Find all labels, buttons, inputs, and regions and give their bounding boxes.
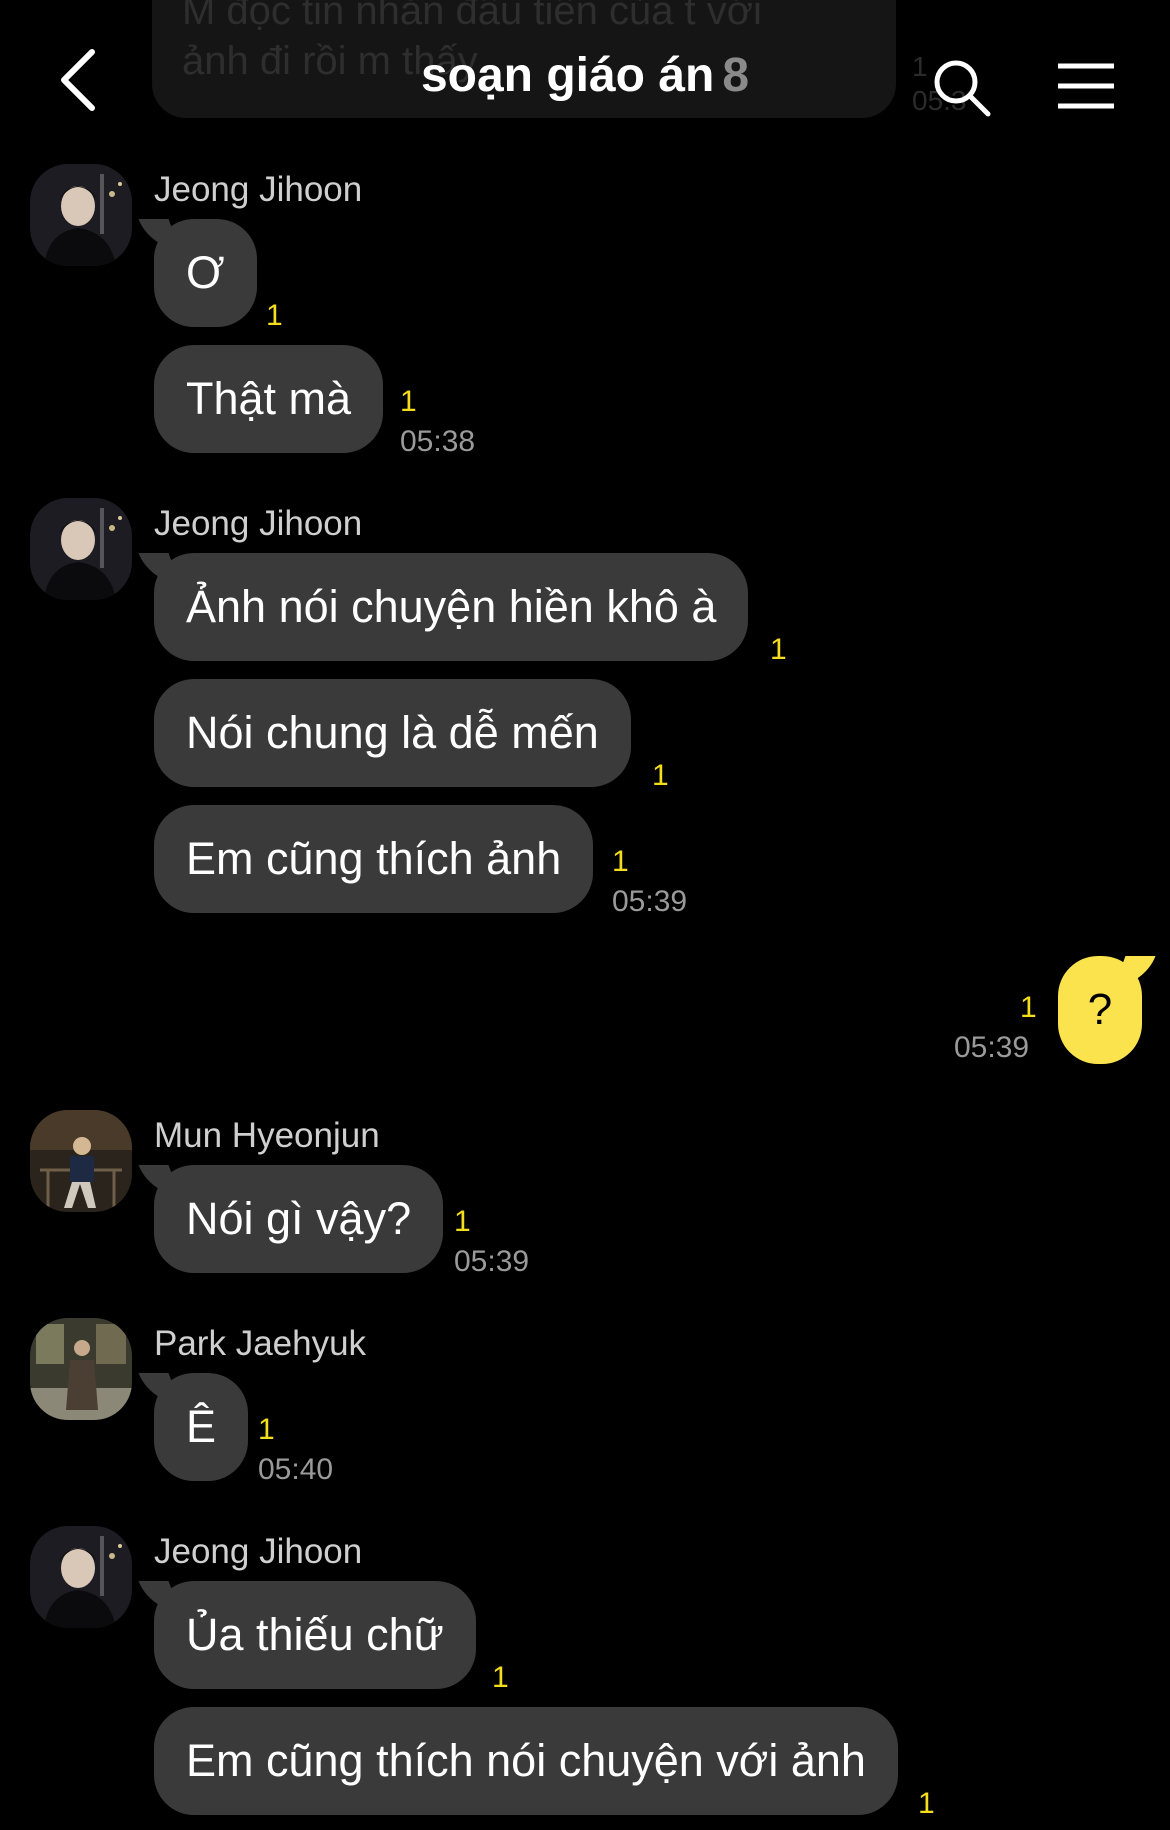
message-bubble[interactable]: Ủa thiếu chữ — [154, 1581, 476, 1689]
sender-name: Jeong Jihoon — [154, 1532, 363, 1571]
chat-room-name: soạn giáo án — [420, 49, 715, 102]
message-bubble[interactable]: Nói gì vậy? — [154, 1165, 444, 1273]
message-bubble[interactable]: Ê — [154, 1373, 249, 1481]
unread-count: 1 — [258, 1413, 275, 1446]
message-time: 05:38 — [400, 425, 476, 458]
message-time: 05:39 — [612, 885, 688, 918]
sender-name: Park Jaehyuk — [154, 1324, 367, 1363]
my-message-bubble[interactable]: ? — [1058, 956, 1142, 1064]
unread-count: 1 — [652, 759, 669, 792]
avatar[interactable] — [30, 1526, 132, 1628]
chat-title: soạn giáo án 8 — [0, 44, 1170, 108]
search-icon[interactable] — [932, 58, 992, 118]
message-text: Ủa thiếu chữ — [186, 1609, 444, 1660]
message-text: Nói gì vậy? — [186, 1193, 412, 1244]
unread-count: 1 — [918, 1787, 935, 1820]
message-text: Ơ — [186, 247, 225, 298]
message-bubble[interactable]: Nói chung là dễ mến — [154, 679, 631, 787]
message-time: 05:39 — [454, 1245, 530, 1278]
message-bubble[interactable]: Ơ — [154, 219, 257, 327]
unread-count: 1 — [492, 1661, 509, 1694]
unread-count: 1 — [770, 633, 787, 666]
message-time: 05:39 — [954, 1031, 1030, 1064]
message-bubble[interactable]: Em cũng thích ảnh — [154, 805, 594, 913]
message-bubble[interactable]: Em cũng thích nói chuyện với ảnh — [154, 1707, 898, 1815]
message-text: Ê — [186, 1401, 217, 1452]
message-bubble[interactable]: Ảnh nói chuyện hiền khô à — [154, 553, 749, 661]
message-text: Nói chung là dễ mến — [186, 707, 599, 758]
unread-count: 1 — [454, 1205, 471, 1238]
avatar[interactable] — [30, 498, 132, 600]
unread-count: 1 — [1020, 991, 1037, 1024]
message-time: 05:40 — [258, 1453, 334, 1486]
avatar[interactable] — [30, 164, 132, 266]
avatar[interactable] — [30, 1110, 132, 1212]
unread-count: 1 — [612, 845, 629, 878]
sender-name: Jeong Jihoon — [154, 170, 363, 209]
unread-count: 1 — [400, 385, 417, 418]
unread-count: 1 — [266, 299, 283, 332]
message-text: Thật mà — [186, 373, 352, 424]
member-count: 8 — [722, 49, 750, 102]
message-bubble[interactable]: Thật mà — [154, 345, 384, 453]
sender-name: Jeong Jihoon — [154, 504, 363, 543]
message-text: Em cũng thích ảnh — [186, 833, 562, 884]
menu-icon[interactable] — [1056, 62, 1116, 110]
sender-name: Mun Hyeonjun — [154, 1116, 380, 1155]
avatar[interactable] — [30, 1318, 132, 1420]
message-text: Ảnh nói chuyện hiền khô à — [186, 581, 717, 632]
message-text: ? — [1087, 985, 1113, 1034]
message-text: Em cũng thích nói chuyện với ảnh — [186, 1735, 866, 1786]
chat-header: soạn giáo án 8 — [0, 0, 1170, 160]
